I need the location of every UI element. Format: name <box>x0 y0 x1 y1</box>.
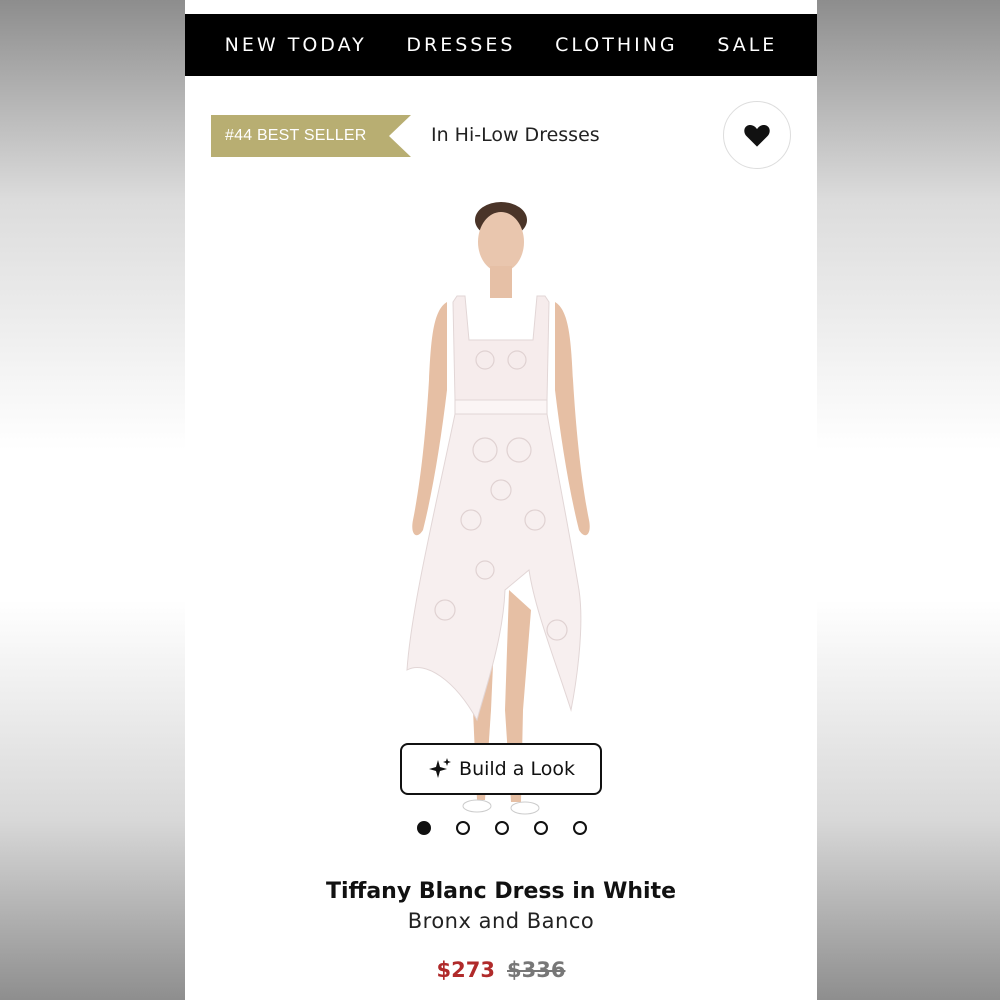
carousel-dot-1[interactable] <box>417 821 431 835</box>
nav-item-clothing[interactable]: CLOTHING <box>555 34 678 56</box>
build-a-look-button[interactable]: Build a Look <box>400 743 602 795</box>
carousel-dot-2[interactable] <box>456 821 470 835</box>
dress-bodice <box>452 295 550 401</box>
nav-item-sale[interactable]: SALE <box>717 34 777 56</box>
carousel-dot-3[interactable] <box>495 821 509 835</box>
model-neck <box>490 266 512 298</box>
image-carousel-dots <box>417 821 587 835</box>
product-brand[interactable]: Bronx and Banco <box>185 909 817 933</box>
sale-price: $273 <box>436 958 495 982</box>
model-left-shoe <box>462 799 492 813</box>
nav-item-dresses[interactable]: DRESSES <box>406 34 515 56</box>
best-seller-category[interactable]: In Hi-Low Dresses <box>431 124 600 146</box>
sparkle-icon <box>429 758 452 778</box>
original-price: $336 <box>507 958 566 982</box>
build-a-look-label: Build a Look <box>459 758 575 780</box>
dress-waistband <box>454 399 548 415</box>
best-seller-rank: #44 BEST SELLER <box>225 127 367 144</box>
favorite-button[interactable] <box>723 101 791 169</box>
best-seller-badge: #44 BEST SELLER <box>211 115 411 157</box>
model-face <box>478 212 524 272</box>
top-navigation: NEW TODAY DRESSES CLOTHING SALE <box>185 14 817 76</box>
model-right-shoe <box>510 801 540 815</box>
nav-item-new-today[interactable]: NEW TODAY <box>225 34 367 56</box>
product-price: $273 $336 <box>185 958 817 982</box>
product-title: Tiffany Blanc Dress in White <box>325 879 677 904</box>
heart-icon <box>744 124 770 147</box>
carousel-dot-5[interactable] <box>573 821 587 835</box>
carousel-dot-4[interactable] <box>534 821 548 835</box>
product-page: NEW TODAY DRESSES CLOTHING SALE #44 BEST… <box>185 0 817 1000</box>
